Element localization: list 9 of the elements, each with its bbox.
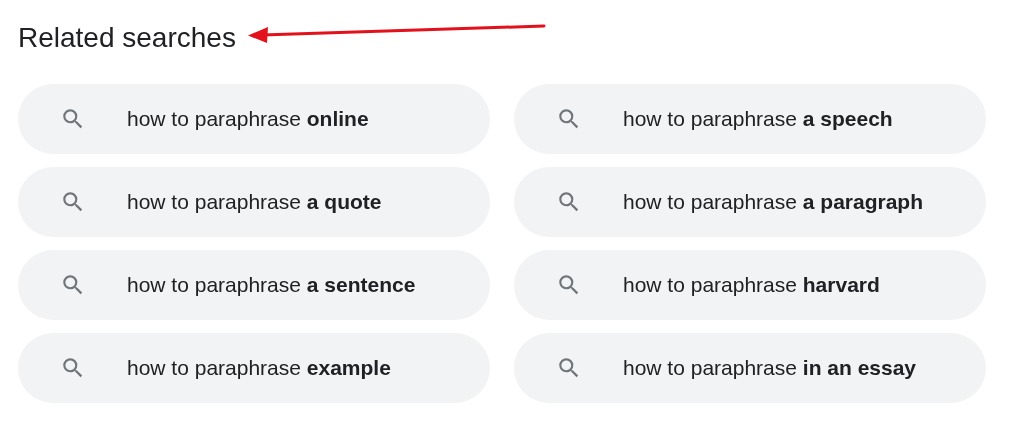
related-search-chip[interactable]: how to paraphrase online (18, 84, 490, 154)
related-search-chip[interactable]: how to paraphrase harvard (514, 250, 986, 320)
related-search-chip[interactable]: how to paraphrase a sentence (18, 250, 490, 320)
related-search-chip[interactable]: how to paraphrase example (18, 333, 490, 403)
related-search-chip[interactable]: how to paraphrase a quote (18, 167, 490, 237)
related-search-chip[interactable]: how to paraphrase a paragraph (514, 167, 986, 237)
section-heading: Related searches (18, 21, 236, 55)
related-search-chip[interactable]: how to paraphrase a speech (514, 84, 986, 154)
related-search-chip[interactable]: how to paraphrase in an essay (514, 333, 986, 403)
